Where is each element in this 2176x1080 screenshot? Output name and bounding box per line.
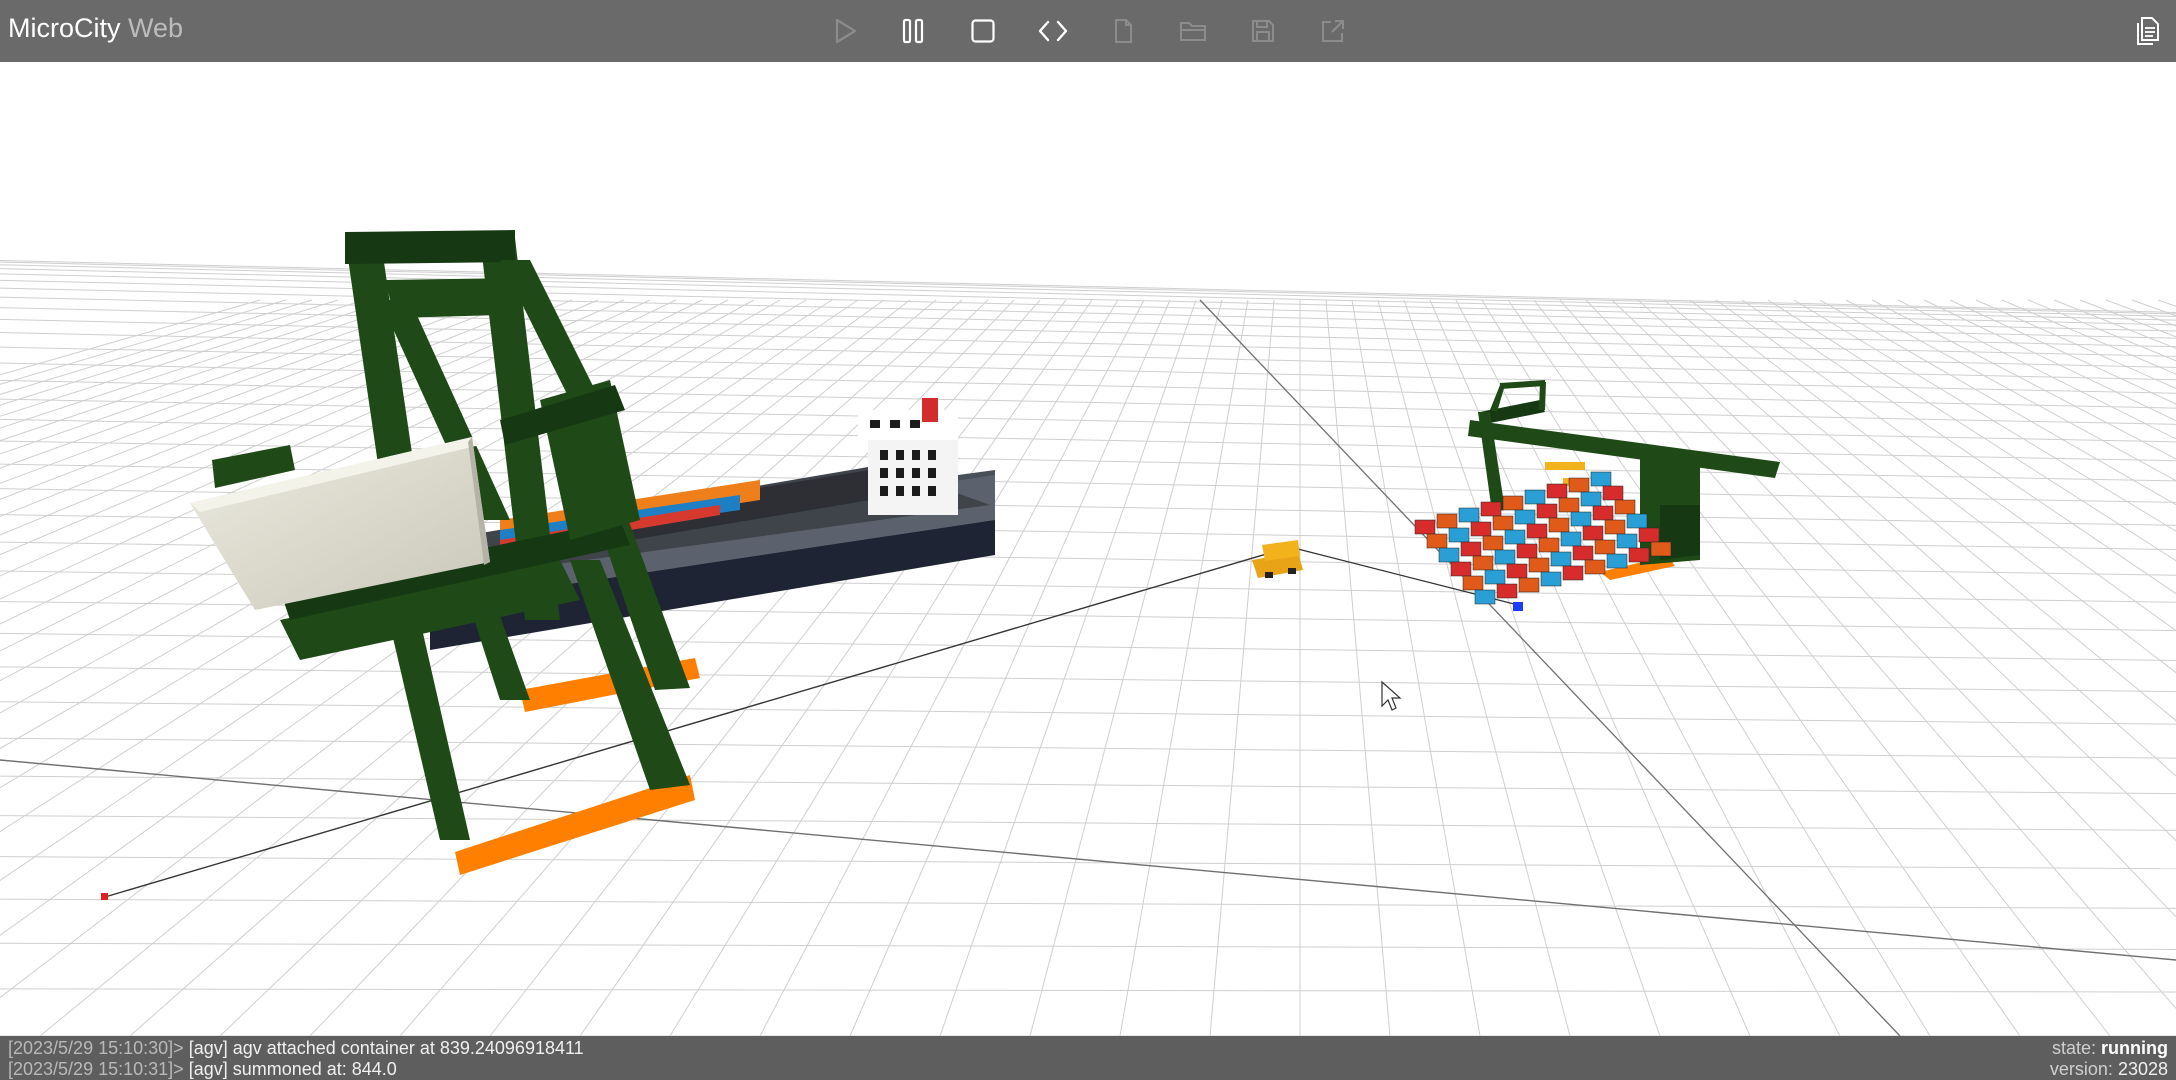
container-block [1584, 559, 1606, 575]
log-message: [agv] summoned at: 844.0 [188, 1059, 397, 1079]
log-timestamp: [2023/5/29 15:10:30]> [8, 1038, 184, 1058]
documents-button[interactable] [2128, 12, 2168, 50]
container-block [1550, 551, 1572, 567]
container-block [1480, 501, 1502, 517]
container-block [1562, 565, 1584, 581]
documents-icon [2137, 17, 2159, 45]
container-block [1568, 477, 1590, 493]
log-line: [2023/5/29 15:10:31]> [agv] summoned at:… [8, 1059, 397, 1080]
console-panel: [2023/5/29 15:10:30]> [agv] agv attached… [0, 1036, 2176, 1080]
container-block [1628, 547, 1650, 563]
container-block [1492, 515, 1514, 531]
container-block [1526, 523, 1548, 539]
container-block [1590, 471, 1612, 487]
pause-icon [902, 18, 924, 44]
state-value: running [2101, 1038, 2168, 1058]
version-value: 23028 [2117, 1059, 2168, 1079]
play-icon [835, 18, 857, 44]
container-block [1524, 489, 1546, 505]
run-button[interactable] [825, 12, 865, 50]
container-block [1546, 483, 1568, 499]
version-status: version: 23028 [2050, 1059, 2168, 1080]
container-block [1558, 497, 1580, 513]
container-block [1518, 577, 1540, 593]
scene-viewport[interactable] [0, 62, 2176, 1036]
code-icon [1038, 20, 1068, 42]
pause-button[interactable] [893, 12, 933, 50]
container-block [1496, 583, 1518, 599]
container-block [1528, 557, 1550, 573]
container-block [1650, 541, 1672, 557]
container-block [1602, 485, 1624, 501]
container-block [1560, 531, 1582, 547]
container-block [1504, 529, 1526, 545]
save-button[interactable] [1243, 12, 1283, 50]
yard-marker [1513, 602, 1523, 611]
container-block [1548, 517, 1570, 533]
container-block [1580, 491, 1602, 507]
container-block [1482, 535, 1504, 551]
log-timestamp: [2023/5/29 15:10:31]> [8, 1059, 184, 1079]
container-block [1458, 507, 1480, 523]
container-block [1414, 519, 1436, 535]
stop-icon [971, 19, 995, 43]
new-file-button[interactable] [1103, 12, 1143, 50]
code-button[interactable] [1033, 12, 1073, 50]
state-label: state: [2051, 1038, 2096, 1058]
container-block [1484, 569, 1506, 585]
open-folder-button[interactable] [1173, 12, 1213, 50]
external-link-icon [1322, 20, 1344, 42]
mouse-cursor [1381, 680, 1402, 711]
log-message: [agv] agv attached container at 839.2409… [188, 1038, 584, 1058]
container-block [1626, 513, 1648, 529]
container-block [1606, 553, 1628, 569]
stop-button[interactable] [963, 12, 1003, 50]
container-block [1616, 533, 1638, 549]
container-block [1470, 521, 1492, 537]
container-block [1516, 543, 1538, 559]
folder-icon [1180, 22, 1206, 41]
container-block [1638, 527, 1660, 543]
container-block [1438, 547, 1460, 563]
top-bar: MicroCity Web [0, 0, 2176, 62]
container-block [1462, 575, 1484, 591]
container-block [1474, 589, 1496, 605]
container-block [1450, 561, 1472, 577]
export-button[interactable] [1313, 12, 1353, 50]
container-block [1572, 545, 1594, 561]
container-block [1614, 499, 1636, 515]
app-title: MicroCity Web [8, 13, 183, 44]
agv-vehicle [1252, 540, 1303, 578]
container-block [1436, 513, 1458, 529]
app-title-sub: Web [128, 13, 184, 43]
save-icon [1252, 20, 1274, 42]
file-icon [1115, 19, 1132, 43]
container-block [1540, 571, 1562, 587]
container-block [1594, 539, 1616, 555]
log-line: [2023/5/29 15:10:30]> [agv] agv attached… [8, 1038, 584, 1059]
version-label: version: [2049, 1059, 2113, 1079]
scene-canvas[interactable] [0, 62, 2176, 1036]
container-stack [1414, 471, 1672, 605]
container-block [1460, 541, 1482, 557]
container-block [1536, 503, 1558, 519]
container-block [1494, 549, 1516, 565]
app-title-main: MicroCity [8, 13, 121, 43]
container-block [1448, 527, 1470, 543]
container-block [1506, 563, 1528, 579]
container-block [1604, 519, 1626, 535]
container-block [1538, 537, 1560, 553]
container-block [1426, 533, 1448, 549]
container-block [1472, 555, 1494, 571]
container-block [1582, 525, 1604, 541]
container-block [1502, 495, 1524, 511]
state-status: state: running [2052, 1038, 2168, 1059]
container-block [1592, 505, 1614, 521]
container-block [1570, 511, 1592, 527]
container-block [1514, 509, 1536, 525]
